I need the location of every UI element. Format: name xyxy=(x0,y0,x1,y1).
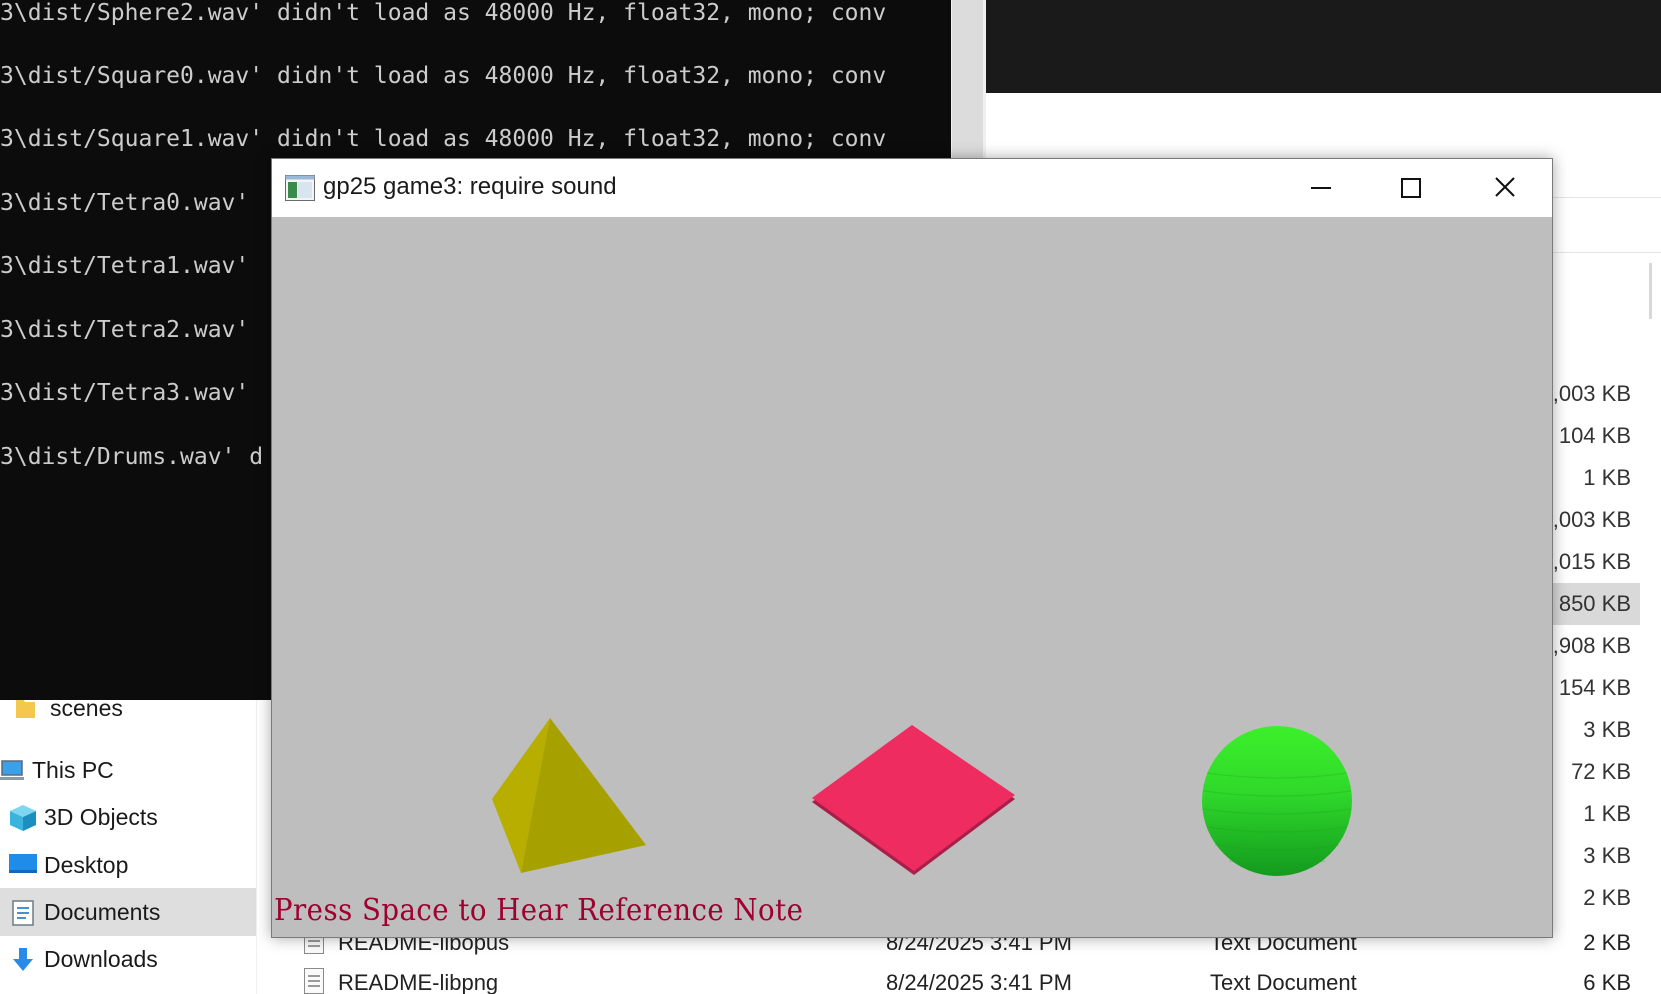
tetrahedron-shape xyxy=(492,718,646,873)
game-scene xyxy=(492,718,1352,876)
console-line: 3\dist/Square0.wav' didn't load as 48000… xyxy=(0,63,887,89)
square-shape xyxy=(812,725,1015,875)
game-viewport[interactable]: Press Space to Hear Reference Note xyxy=(272,217,1552,937)
file-row[interactable]: README-libpng 8/24/2025 3:41 PM Text Doc… xyxy=(290,962,1661,994)
game-window[interactable]: gp25 game3: require sound Press Space to… xyxy=(271,158,1553,938)
nav-pane-divider xyxy=(256,700,257,994)
minimize-icon xyxy=(1311,187,1331,189)
close-icon xyxy=(1495,177,1515,197)
file-name: README-libpng xyxy=(338,970,499,994)
nav-item-this-pc[interactable]: This PC xyxy=(0,746,256,794)
downloads-icon xyxy=(8,946,38,972)
sphere-shape xyxy=(1202,726,1352,876)
maximize-icon xyxy=(1401,178,1421,198)
nav-item-label: Documents xyxy=(44,898,161,925)
console-line: 3\dist/Drums.wav' d xyxy=(0,444,264,470)
nav-item-downloads[interactable]: Downloads xyxy=(0,935,256,983)
close-button[interactable] xyxy=(1460,159,1550,217)
file-size: 6 KB xyxy=(1583,970,1631,994)
explorer-scrollbar[interactable] xyxy=(1649,263,1652,319)
maximize-button[interactable] xyxy=(1366,159,1456,217)
nav-item-desktop[interactable]: Desktop xyxy=(0,841,256,889)
nav-item-3d-objects[interactable]: 3D Objects xyxy=(0,793,256,841)
console-line: 3\dist/Tetra3.wav' xyxy=(0,380,250,406)
console-line: 3\dist/Square1.wav' didn't load as 48000… xyxy=(0,126,887,152)
documents-icon xyxy=(8,899,38,926)
prompt-text: Press Space to Hear Reference Note xyxy=(274,893,804,928)
app-window-icon xyxy=(285,175,315,201)
console-line: 3\dist/Sphere2.wav' didn't load as 48000… xyxy=(0,0,887,26)
console-line: 3\dist/Tetra1.wav' xyxy=(0,253,250,279)
minimize-button[interactable] xyxy=(1276,159,1366,217)
window-title: gp25 game3: require sound xyxy=(323,173,617,200)
desktop-icon xyxy=(8,852,38,878)
explorer-header-strip xyxy=(986,0,1661,93)
file-date: 8/24/2025 3:41 PM xyxy=(886,970,1072,994)
text-document-icon xyxy=(304,968,324,994)
console-line: 3\dist/Tetra0.wav' xyxy=(0,190,250,216)
nav-item-label: 3D Objects xyxy=(44,803,158,830)
file-size: 2 KB xyxy=(1583,930,1631,955)
nav-item-label: Desktop xyxy=(44,851,129,878)
nav-item-documents[interactable]: Documents xyxy=(0,888,256,936)
cube-icon xyxy=(8,804,38,831)
nav-item-label: Downloads xyxy=(44,945,158,972)
computer-icon xyxy=(0,757,26,783)
nav-item-label: This PC xyxy=(32,756,114,783)
explorer-divider xyxy=(1553,197,1661,198)
explorer-divider xyxy=(1553,252,1661,253)
file-type: Text Document xyxy=(1210,970,1357,994)
title-bar[interactable]: gp25 game3: require sound xyxy=(272,159,1552,217)
console-line: 3\dist/Tetra2.wav' xyxy=(0,317,250,343)
console-scrollbar-thumb[interactable] xyxy=(952,0,983,160)
